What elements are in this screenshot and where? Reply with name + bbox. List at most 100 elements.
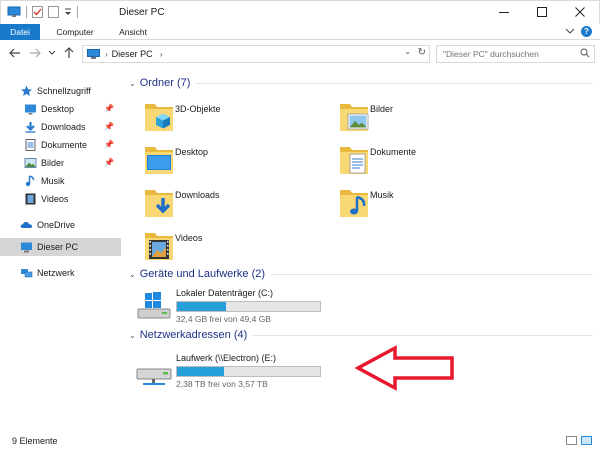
folder-3d-objects[interactable]: 3D-Objekte	[143, 98, 343, 138]
section-folders-header[interactable]: ⌄ Ordner (7)	[123, 75, 593, 91]
sidebar-item-quick-access[interactable]: Schnellzugriff	[20, 82, 120, 100]
close-icon	[575, 7, 585, 17]
section-label: Ordner (7)	[139, 77, 191, 89]
minimize-button[interactable]	[485, 1, 523, 23]
drive-usage-bar	[176, 301, 321, 312]
section-label: Geräte und Laufwerke (2)	[139, 268, 266, 280]
ribbon-right-controls: ?	[565, 26, 592, 37]
section-divider	[253, 334, 593, 336]
star-icon	[21, 85, 32, 96]
red-arrow-annotation	[355, 345, 454, 391]
details-view-icon[interactable]	[566, 436, 577, 445]
expand-ribbon-chevron-icon[interactable]	[565, 26, 575, 37]
folder-name: Bilder	[370, 104, 394, 114]
drive-local-c[interactable]: Lokaler Datenträger (C:) 32,4 GB frei vo…	[123, 288, 453, 330]
folder-name: Downloads	[175, 190, 220, 200]
tab-computer[interactable]: Computer	[40, 24, 110, 40]
sidebar-label: Downloads	[41, 122, 86, 132]
folder-documents[interactable]: Dokumente	[338, 141, 538, 181]
sidebar-label: OneDrive	[37, 220, 76, 230]
pin-icon[interactable]: 📌	[104, 122, 114, 131]
pin-icon[interactable]: 📌	[104, 104, 114, 113]
sidebar-item-desktop[interactable]: Desktop 📌	[24, 100, 120, 118]
downloads-folder-icon	[145, 190, 173, 217]
drive-free-space: 2,38 TB frei von 3,57 TB	[176, 379, 268, 389]
breadcrumb-chevron-icon[interactable]: ›	[160, 50, 163, 59]
folder-music[interactable]: Musik	[338, 184, 538, 224]
videos-folder-icon	[145, 233, 173, 260]
breadcrumb-this-pc[interactable]: Dieser PC	[112, 49, 153, 59]
sidebar-item-downloads[interactable]: Downloads 📌	[24, 118, 120, 136]
properties-icon[interactable]	[32, 6, 43, 18]
search-box[interactable]	[436, 45, 595, 63]
sidebar-label: Dieser PC	[37, 242, 79, 252]
desktop-folder-icon	[145, 147, 173, 174]
sidebar-label: Bilder	[41, 158, 65, 168]
drive-name: Laufwerk (\\Electron) (E:)	[176, 353, 277, 363]
help-icon[interactable]: ?	[581, 26, 592, 37]
up-arrow-icon[interactable]	[63, 46, 75, 60]
sidebar-item-pictures[interactable]: Bilder 📌	[24, 154, 120, 172]
tab-file[interactable]: Datei	[0, 24, 40, 40]
folder-videos[interactable]: Videos	[143, 227, 343, 267]
breadcrumb-chevron-icon[interactable]: ›	[105, 50, 108, 59]
videos-icon	[25, 193, 36, 205]
tab-view[interactable]: Ansicht	[110, 24, 156, 40]
navigation-pane: Schnellzugriff Desktop 📌 Downloads 📌 Dok…	[0, 70, 123, 428]
window-title: Dieser PC	[119, 7, 165, 18]
separator	[26, 6, 27, 18]
sidebar-item-network[interactable]: Netzwerk	[20, 264, 120, 282]
sidebar-label: Dokumente	[41, 140, 88, 150]
network-drive-icon	[136, 368, 172, 385]
maximize-icon	[537, 7, 547, 17]
back-arrow-icon[interactable]	[8, 46, 22, 60]
sidebar-label: Videos	[41, 194, 69, 204]
new-folder-icon[interactable]	[48, 6, 59, 18]
close-button[interactable]	[561, 1, 599, 23]
section-network-header[interactable]: ⌄ Netzwerkadressen (4)	[123, 327, 593, 343]
customize-toolbar-chevron-icon[interactable]	[64, 7, 72, 17]
pictures-icon	[24, 158, 37, 168]
section-devices-header[interactable]: ⌄ Geräte und Laufwerke (2)	[123, 266, 593, 282]
collapse-chevron-icon[interactable]: ⌄	[129, 270, 136, 279]
search-input[interactable]	[443, 46, 583, 62]
recent-locations-chevron-icon[interactable]	[48, 50, 56, 56]
folder-pictures[interactable]: Bilder	[338, 98, 538, 138]
folder-downloads[interactable]: Downloads	[143, 184, 343, 224]
sidebar-item-documents[interactable]: Dokumente 📌	[24, 136, 120, 154]
address-bar[interactable]: › Dieser PC › ⌄ ↻	[82, 45, 430, 63]
music-icon	[25, 175, 35, 187]
folder-name: Videos	[175, 233, 203, 243]
refresh-icon[interactable]: ↻	[418, 47, 426, 58]
ribbon: Datei Computer Ansicht ?	[0, 24, 600, 40]
item-count: 9 Elemente	[12, 436, 58, 446]
sidebar-label: Schnellzugriff	[37, 86, 91, 96]
music-folder-icon	[340, 190, 368, 217]
pin-icon[interactable]: 📌	[104, 158, 114, 167]
folder-name: Desktop	[175, 147, 209, 157]
sidebar-label: Netzwerk	[37, 268, 75, 278]
folder-name: Dokumente	[370, 147, 417, 157]
address-dropdown-icon[interactable]: ⌄	[404, 47, 411, 56]
search-icon[interactable]	[580, 48, 590, 58]
navigation-bar: › Dieser PC › ⌄ ↻	[0, 41, 600, 67]
forward-arrow-icon[interactable]	[28, 46, 42, 60]
cloud-icon	[20, 222, 32, 228]
sidebar-item-music[interactable]: Musik	[24, 172, 120, 190]
window-controls	[485, 1, 599, 23]
sidebar-label: Desktop	[41, 104, 75, 114]
sidebar-item-onedrive[interactable]: OneDrive	[20, 216, 120, 234]
sidebar-item-this-pc[interactable]: Dieser PC	[0, 238, 121, 256]
pin-icon[interactable]: 📌	[104, 140, 114, 149]
download-icon	[25, 122, 36, 133]
collapse-chevron-icon[interactable]: ⌄	[129, 79, 136, 88]
sidebar-item-videos[interactable]: Videos	[24, 190, 120, 208]
desktop-icon	[25, 104, 36, 115]
maximize-button[interactable]	[523, 1, 561, 23]
folder-desktop[interactable]: Desktop	[143, 141, 343, 181]
tiles-view-icon[interactable]	[581, 436, 592, 445]
section-divider	[196, 82, 593, 84]
section-divider	[271, 273, 593, 275]
collapse-chevron-icon[interactable]: ⌄	[129, 331, 136, 340]
folder-name: 3D-Objekte	[175, 104, 221, 114]
